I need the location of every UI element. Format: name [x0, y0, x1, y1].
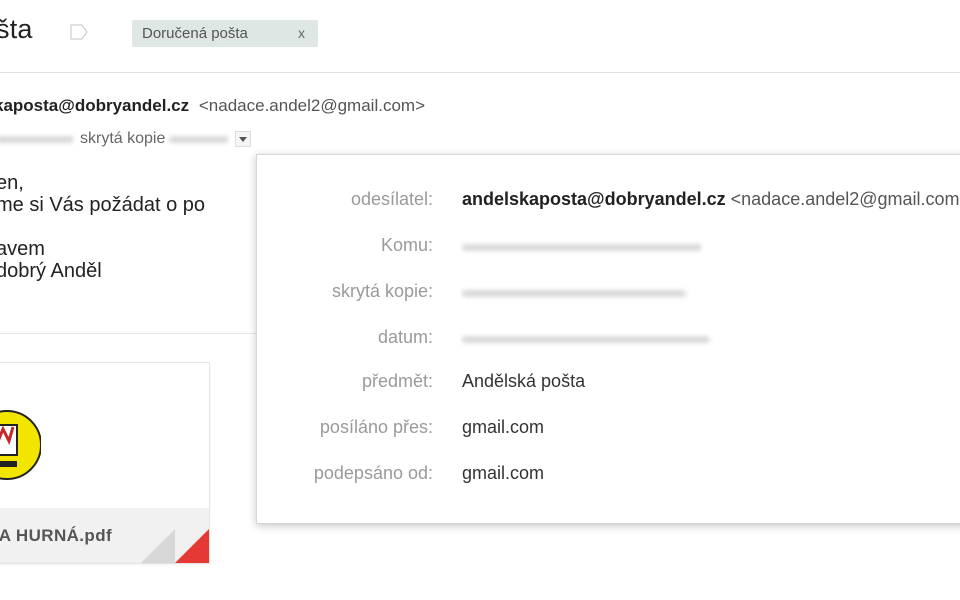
details-row-bcc: skrytá kopie: [257, 281, 960, 305]
body-divider [0, 333, 258, 334]
details-value-date [462, 327, 710, 348]
page-fold [141, 529, 175, 563]
body-line: me si Vás požádat o po [0, 194, 206, 216]
details-row-mailed-by: posíláno přes: gmail.com [257, 417, 960, 441]
details-label: skrytá kopie: [331, 281, 433, 301]
bcc-label: skrytá kopie [80, 130, 166, 147]
attachment-card[interactable]: ŠA HURNÁ.pdf [0, 362, 210, 564]
details-label: Komu: [380, 235, 433, 255]
redacted-bcc [169, 135, 230, 143]
attachment-footer: ŠA HURNÁ.pdf [0, 508, 209, 563]
message-body: en, me si Vás požádat o po avem dobrý An… [0, 172, 205, 282]
redacted-to [462, 244, 702, 251]
details-value-to [462, 235, 702, 256]
details-row-date: datum: [257, 327, 960, 351]
details-value-mailed-by: gmail.com [462, 417, 545, 437]
show-details-dropdown-icon[interactable] [235, 131, 252, 147]
sender-line: kaposta@dobryandel.cz <nadace.andel2@gma… [0, 96, 425, 116]
details-value-bcc [462, 281, 686, 302]
details-label: podepsáno od: [313, 463, 433, 483]
important-marker-icon[interactable] [70, 24, 88, 40]
details-from-address: <nadace.andel2@gmail.com> [730, 189, 960, 209]
redacted-bcc-detail [462, 290, 686, 297]
label-chip-text: Doručená pošta [142, 25, 248, 42]
attachment-thumbnail-icon [0, 410, 41, 480]
body-line: avem [0, 238, 45, 260]
label-chip-remove-button[interactable]: x [298, 25, 305, 41]
details-label: posíláno přes: [319, 417, 433, 437]
details-value-from: andelskaposta@dobryandel.cz <nadace.andel… [462, 189, 960, 210]
details-row-from: odesílatel: andelskaposta@dobryandel.cz <… [257, 189, 960, 213]
details-row-signed-by: podepsáno od: gmail.com [257, 463, 960, 487]
pdf-badge-icon [175, 529, 209, 563]
details-from-name[interactable]: andelskaposta@dobryandel.cz [462, 189, 726, 209]
details-value-subject: Andělská pošta [462, 371, 586, 391]
details-label: odesílatel: [350, 189, 433, 209]
details-label: datum: [377, 327, 433, 347]
details-label: předmět: [361, 371, 433, 391]
body-line: en, [0, 172, 24, 194]
sender-name[interactable]: kaposta@dobryandel.cz [0, 96, 189, 115]
message-details-popup: odesílatel: andelskaposta@dobryandel.cz <… [256, 154, 960, 524]
email-subject: šta [0, 14, 33, 44]
sender-address: <nadace.andel2@gmail.com> [198, 96, 425, 115]
details-value-signed-by: gmail.com [462, 463, 545, 483]
header-divider [0, 72, 960, 73]
attachment-filename[interactable]: ŠA HURNÁ.pdf [0, 526, 112, 546]
redacted-recipient [0, 135, 74, 143]
body-line: dobrý Anděl [0, 260, 102, 282]
email-view: šta Doručená pošta x kaposta@dobryandel.… [0, 0, 960, 600]
details-row-to: Komu: [257, 235, 960, 259]
details-row-subject: předmět: Andělská pošta [257, 371, 960, 395]
redacted-date [462, 336, 710, 343]
recipients-line: skrytá kopie [0, 130, 252, 148]
label-chip-inbox[interactable]: Doručená pošta x [132, 20, 318, 47]
